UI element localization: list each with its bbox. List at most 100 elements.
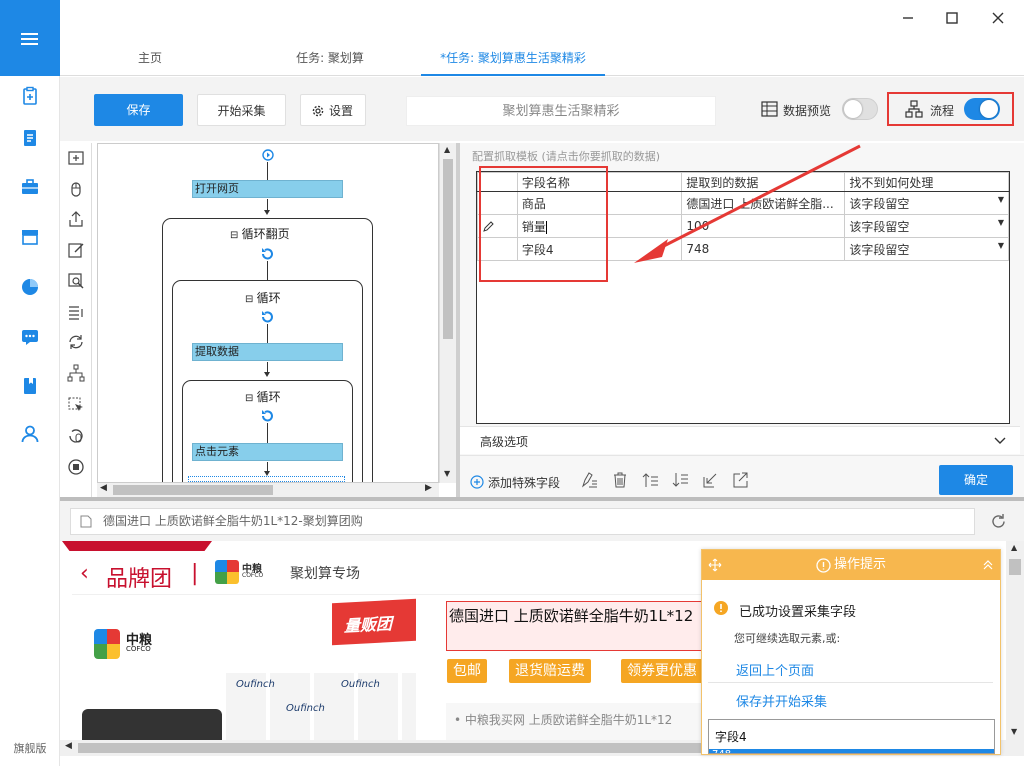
- loop-icon[interactable]: [67, 333, 85, 351]
- operation-tips-panel: 操作提示 已成功设置采集字段 您可继续选取元素,或: 返回上个页面 保存并开始采…: [701, 549, 1001, 755]
- move-up-icon[interactable]: [641, 471, 659, 489]
- list-item[interactable]: 字段4: [715, 728, 747, 745]
- flow-loop-pages-title: 循环翻页: [241, 227, 290, 241]
- edit-field-icon[interactable]: [580, 471, 598, 489]
- ok-button[interactable]: 确定: [939, 465, 1013, 495]
- page-icon: [80, 515, 92, 528]
- menu-button[interactable]: [0, 0, 60, 76]
- pie-chart-icon[interactable]: [20, 277, 40, 297]
- zone-title: 聚划算专场: [290, 566, 360, 582]
- title-bar: 主页 任务: 聚划算 *任务: 聚划算惠生活聚精彩: [60, 0, 1024, 76]
- list-item[interactable]: 748: [709, 749, 994, 753]
- maximize-icon[interactable]: [940, 6, 964, 30]
- tips-title: 操作提示: [834, 557, 887, 572]
- tips-continue-text: 您可继续选取元素,或:: [734, 632, 841, 645]
- tag-return-shipping[interactable]: 退货赔运费: [509, 659, 591, 683]
- collapse-icon[interactable]: [982, 559, 994, 571]
- dropdown-arrow-icon[interactable]: ▼: [998, 218, 1004, 227]
- tips-success-text: 已成功设置采集字段: [739, 605, 857, 620]
- tree-icon[interactable]: [67, 364, 85, 382]
- toolbox-icon[interactable]: [20, 177, 40, 197]
- stop-icon[interactable]: [67, 458, 85, 476]
- flow-step-open-page[interactable]: 打开网页: [192, 180, 343, 198]
- start-collect-button[interactable]: 开始采集: [197, 94, 286, 126]
- search-page-icon[interactable]: [67, 272, 85, 290]
- chat-icon[interactable]: [20, 327, 40, 347]
- data-preview-toggle[interactable]: [842, 98, 878, 120]
- import-icon[interactable]: [701, 471, 719, 489]
- flow-loop-2-title: 循环: [256, 390, 281, 404]
- settings-label: 设置: [329, 104, 354, 118]
- flow-step-click-element[interactable]: 点击元素: [192, 443, 343, 461]
- flow-vertical-scrollbar[interactable]: ▲ ▼: [439, 143, 456, 483]
- selected-fields-list[interactable]: 字段4 748: [708, 719, 995, 754]
- table-icon: [761, 101, 778, 117]
- minimize-icon[interactable]: [896, 6, 920, 30]
- task-icon[interactable]: [20, 86, 40, 106]
- loop-refresh-icon: [262, 248, 273, 260]
- page-vertical-scrollbar[interactable]: ▲ ▼: [1006, 541, 1024, 740]
- book-icon[interactable]: [20, 376, 40, 396]
- flow-canvas[interactable]: 打开网页 ⊟ 循环翻页 ⊟ 循环 提取数据 ⊟ 循环 点击元素: [97, 143, 439, 483]
- add-circle-icon[interactable]: [470, 475, 484, 489]
- task-name-field[interactable]: 聚划算惠生活聚精彩: [406, 96, 716, 126]
- cofco-logo: [215, 560, 239, 584]
- flowchart-icon: [905, 100, 923, 118]
- mouse-click-icon[interactable]: [67, 180, 85, 198]
- tips-header[interactable]: 操作提示: [702, 550, 1000, 580]
- warning-icon: [714, 601, 728, 615]
- product-brand-logo: [94, 629, 120, 659]
- tab-task-active[interactable]: *任务: 聚划算惠生活聚精彩: [421, 42, 605, 76]
- flow-loop-1-title: 循环: [256, 291, 281, 305]
- loop-refresh-icon: [262, 311, 273, 323]
- select-element-icon[interactable]: [67, 396, 85, 414]
- data-preview-label: 数据预览: [783, 104, 832, 118]
- refresh-icon[interactable]: [990, 513, 1007, 530]
- tag-coupon[interactable]: 领券更优惠: [621, 659, 703, 683]
- export-icon[interactable]: [731, 471, 749, 489]
- product-title-selected[interactable]: 德国进口 上质欧诺鲜全脂牛奶1L*12: [446, 601, 716, 651]
- store-icon[interactable]: [20, 227, 40, 247]
- settings-button[interactable]: 设置: [300, 94, 366, 126]
- edit-icon[interactable]: [67, 241, 85, 259]
- edition-label: 旗舰版: [13, 742, 47, 755]
- dropdown-arrow-icon[interactable]: ▼: [998, 195, 1004, 204]
- save-button[interactable]: 保存: [94, 94, 183, 126]
- add-step-icon[interactable]: [67, 149, 85, 167]
- brand-group-title: 品牌团: [106, 567, 173, 592]
- sidebar: [0, 0, 60, 766]
- tab-home[interactable]: 主页: [110, 42, 190, 76]
- refresh-mouse-icon[interactable]: [67, 427, 85, 445]
- flow-toggle[interactable]: [964, 98, 1000, 120]
- annotation-arrow: [634, 144, 861, 263]
- gear-icon: [312, 105, 324, 117]
- back-to-previous-link[interactable]: 返回上个页面: [736, 660, 814, 679]
- info-icon: [816, 558, 831, 573]
- field-name-highlight: [479, 166, 608, 282]
- tab-task-juhuasuan[interactable]: 任务: 聚划算: [275, 42, 385, 76]
- advanced-options-label: 高级选项: [480, 435, 529, 449]
- dropdown-arrow-icon[interactable]: ▼: [998, 241, 1004, 250]
- move-down-icon[interactable]: [671, 471, 689, 489]
- tag-free-shipping[interactable]: 包邮: [447, 659, 487, 683]
- document-icon[interactable]: [20, 128, 40, 148]
- flow-label: 流程: [930, 104, 955, 118]
- product-image[interactable]: Oufinch Oufinch Oufinch: [226, 673, 416, 740]
- back-chevron-icon[interactable]: ‹: [80, 561, 89, 586]
- flow-start-icon: [262, 149, 274, 161]
- flow-horizontal-scrollbar[interactable]: ◀ ▶: [97, 483, 439, 497]
- toolbar: 保存 开始采集 设置 聚划算惠生活聚精彩 数据预览 流程: [60, 77, 1024, 141]
- user-icon[interactable]: [20, 424, 40, 444]
- add-special-field-button[interactable]: 添加特殊字段: [488, 474, 560, 491]
- save-and-start-link[interactable]: 保存并开始采集: [736, 691, 827, 710]
- url-field[interactable]: 德国进口 上质欧诺鲜全脂牛奶1L*12-聚划算团购: [70, 508, 975, 535]
- delete-icon[interactable]: [611, 471, 629, 489]
- close-icon[interactable]: [986, 6, 1010, 30]
- flow-step-extract-data[interactable]: 提取数据: [192, 343, 343, 361]
- list-icon[interactable]: [67, 303, 85, 321]
- move-icon[interactable]: [708, 558, 722, 572]
- volume-group-badge: 量贩团: [332, 598, 416, 646]
- advanced-options-bar[interactable]: 高级选项: [460, 426, 1020, 454]
- cofco-logo-en: COFCO: [242, 572, 264, 579]
- upload-icon[interactable]: [67, 210, 85, 228]
